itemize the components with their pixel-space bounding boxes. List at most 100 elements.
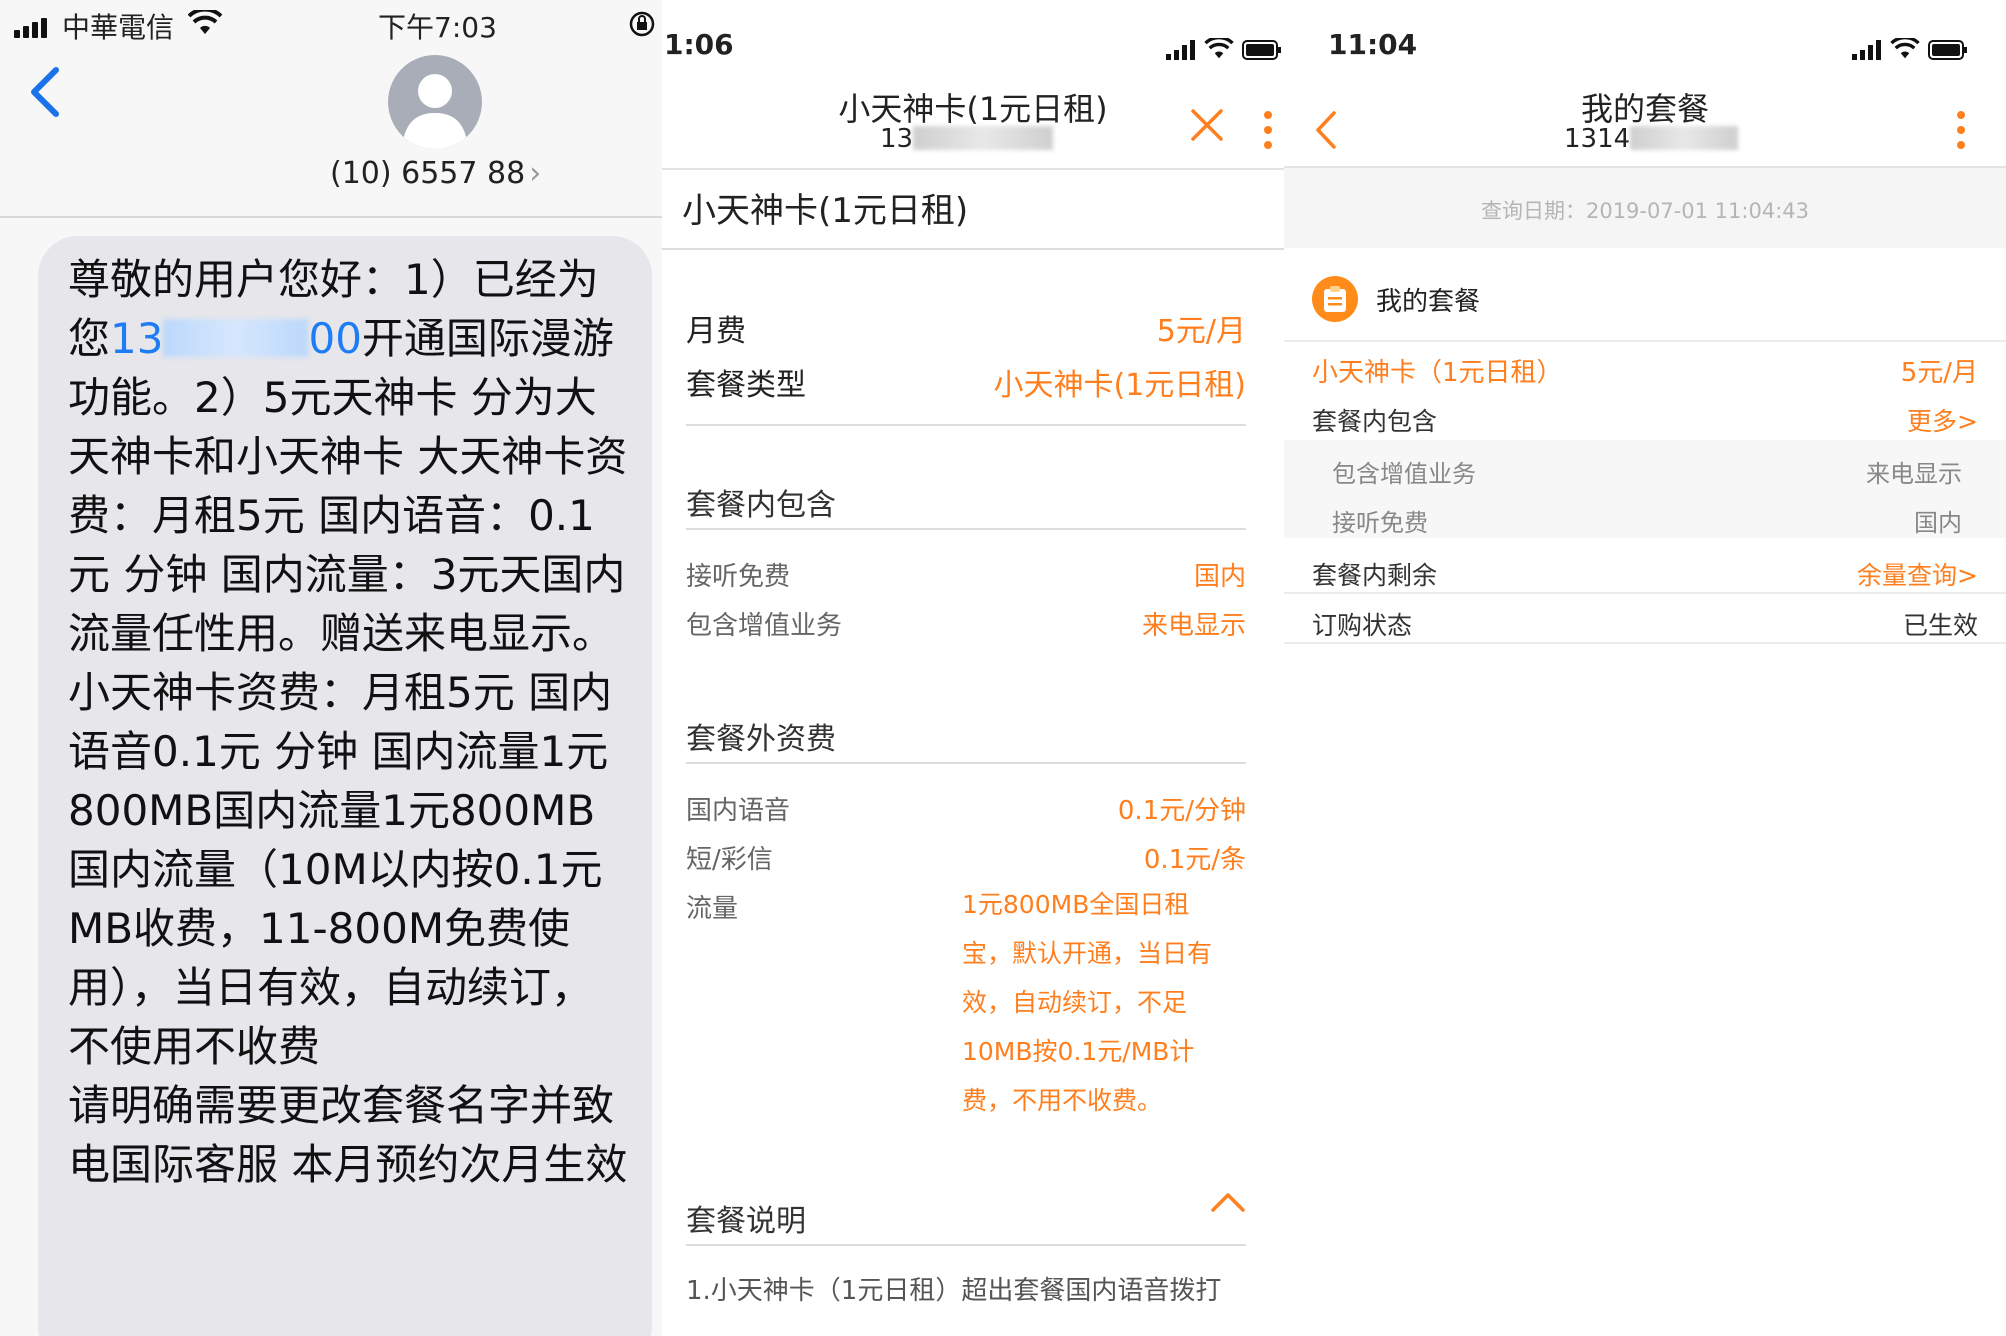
included-item-row: 接听免费 国内 — [1332, 503, 1962, 538]
monthly-fee-row: 月费 5元/月 — [686, 306, 1246, 350]
section-divider — [686, 424, 1246, 426]
included-row: 接听免费 国内 — [686, 556, 1246, 593]
battery-icon — [1928, 34, 1968, 67]
section-divider — [686, 1244, 1246, 1246]
wifi-icon — [187, 7, 223, 43]
more-vertical-icon[interactable] — [1956, 110, 1966, 154]
package-price: 5元/月 — [1900, 358, 1978, 388]
row-value: 来电显示 — [1141, 611, 1246, 641]
link-prefix: 13 — [110, 314, 164, 363]
nav-subtitle: 13 — [880, 124, 1054, 154]
signal-icon — [1852, 34, 1882, 67]
description-text: 1.小天神卡（1元日租）超出套餐国内语音拨打 — [686, 1276, 1222, 1306]
package-name: 小天神卡（1元日租） — [1312, 358, 1563, 388]
row-value: 国内 — [1914, 509, 1962, 537]
message-bubble[interactable]: 尊敬的用户您好：1）已经为您13 00开通国际漫游功能。2）5元天神卡 分为大天神… — [38, 236, 652, 1336]
section-divider — [686, 762, 1246, 764]
status-time: 下午7:03 — [378, 11, 497, 44]
section-title: 我的套餐 — [1376, 286, 1481, 317]
row-label: 短/彩信 — [686, 845, 773, 875]
nav-divider — [662, 168, 1284, 170]
sms-panel: 中華電信 下午7:03 (10) 6557 88 › 尊敬的用户您好：1）已经为您… — [0, 0, 662, 1336]
extra-section-title: 套餐外资费 — [686, 722, 836, 757]
order-status-row: 订购状态 已生效 — [1312, 606, 1978, 642]
included-section-title: 套餐内包含 — [686, 488, 836, 523]
section-divider — [686, 528, 1246, 530]
row-label: 流量 — [686, 894, 739, 924]
wifi-icon — [1890, 34, 1920, 67]
description-section-title: 套餐说明 — [686, 1204, 806, 1239]
wifi-icon — [1204, 34, 1234, 67]
redacted-digits — [913, 126, 1054, 150]
included-row: 包含增值业务 来电显示 — [686, 605, 1246, 642]
row-label: 国内语音 — [686, 796, 791, 826]
more-vertical-icon[interactable] — [1263, 110, 1273, 154]
clipboard-icon — [1312, 276, 1358, 322]
signal-icon — [1166, 34, 1196, 67]
row-label: 套餐内包含 — [1312, 407, 1438, 436]
status-time: 11:04 — [1328, 28, 1418, 61]
more-link[interactable]: 更多> — [1907, 402, 1978, 438]
row-value: 小天神卡(1元日租) — [993, 368, 1247, 403]
chevron-right-icon: › — [529, 156, 542, 191]
remaining-row[interactable]: 套餐内剩余 余量查询> — [1312, 556, 1978, 592]
redacted-digits — [1630, 126, 1739, 150]
extra-row: 短/彩信 0.1元/条 — [686, 839, 1246, 876]
contact-avatar[interactable] — [388, 55, 482, 149]
row-label: 套餐内剩余 — [1312, 561, 1438, 590]
signal-icon — [14, 18, 47, 38]
divider — [1284, 642, 2006, 644]
message-paragraph-1: 尊敬的用户您好：1）已经为您13 00开通国际漫游功能。2）5元天神卡 分为大天神… — [68, 250, 628, 1076]
included-row[interactable]: 套餐内包含 更多> — [1312, 402, 1978, 438]
status-bar: 11:04 — [1328, 28, 1968, 64]
status-bar: 1:06 — [662, 28, 1284, 64]
divider — [1284, 340, 2006, 342]
rotation-lock-icon — [628, 10, 656, 45]
row-value: 5元/月 — [1156, 314, 1246, 349]
package-type-row: 套餐类型 小天神卡(1元日租) — [686, 360, 1246, 404]
query-date: 查询日期：2019-07-01 11:04:43 — [1480, 199, 1810, 223]
row-value: 已生效 — [1902, 611, 1978, 640]
header-divider — [0, 216, 662, 218]
message-text-b: 开通国际漫游功能。2）5元天神卡 分为大天神卡和小天神卡 大天神卡资费：月租5元… — [68, 314, 628, 1071]
row-value: 0.1元/分钟 — [1117, 796, 1246, 826]
row-label: 接听免费 — [686, 562, 791, 592]
status-time: 1:06 — [664, 28, 734, 61]
phone-number-link[interactable]: 13 00 — [110, 314, 362, 363]
status-icons — [1852, 34, 1968, 67]
package-detail-panel: 1:06 小天神卡(1元日租) 13 小天神卡(1元日租) 月费 5元/月 套餐… — [662, 0, 1284, 1336]
package-heading: 小天神卡(1元日租) — [682, 191, 969, 231]
masked-phone-prefix: 1314 — [1564, 124, 1631, 154]
status-bar: 中華電信 下午7:03 — [0, 6, 662, 46]
nav-subtitle: 1314 — [1564, 124, 1739, 154]
row-label: 套餐类型 — [686, 368, 806, 403]
included-item-row: 包含增值业务 来电显示 — [1332, 454, 1962, 489]
row-label: 包含增值业务 — [1332, 460, 1476, 488]
flow-value: 1元800MB全国日租宝，默认开通，当日有效，自动续订，不足10MB按0.1元/… — [962, 890, 1213, 1115]
contact-number[interactable]: (10) 6557 88 › — [330, 156, 541, 191]
redacted-digits — [163, 319, 309, 357]
row-label: 订购状态 — [1312, 611, 1413, 640]
close-icon[interactable] — [1190, 108, 1224, 146]
my-package-header: 我的套餐 — [1312, 276, 1480, 322]
package-name-row: 小天神卡（1元日租） 5元/月 — [1312, 352, 1978, 389]
heading-divider — [662, 248, 1284, 250]
row-label: 接听免费 — [1332, 509, 1428, 537]
balance-query-link[interactable]: 余量查询> — [1857, 556, 1978, 592]
status-icons — [1166, 34, 1282, 67]
row-value: 国内 — [1193, 562, 1246, 592]
row-value: 0.1元/条 — [1143, 845, 1246, 875]
divider — [1284, 592, 2006, 594]
message-paragraph-2: 请明确需要更改套餐名字并致电国际客服 本月预约次月生效 — [68, 1081, 628, 1189]
chevron-up-icon[interactable] — [1210, 1190, 1246, 1218]
contact-number-text: (10) 6557 88 — [330, 156, 526, 191]
battery-icon — [1242, 34, 1282, 67]
row-value: 来电显示 — [1866, 460, 1962, 488]
row-label: 包含增值业务 — [686, 611, 843, 641]
masked-phone-prefix: 13 — [880, 124, 914, 154]
back-chevron-icon[interactable] — [26, 66, 62, 122]
my-package-panel: 11:04 我的套餐 1314 查询日期：2019-07-01 11:04:43… — [1284, 0, 2006, 1336]
row-label: 月费 — [686, 314, 746, 349]
link-suffix: 00 — [308, 314, 362, 363]
extra-row: 国内语音 0.1元/分钟 — [686, 790, 1246, 827]
